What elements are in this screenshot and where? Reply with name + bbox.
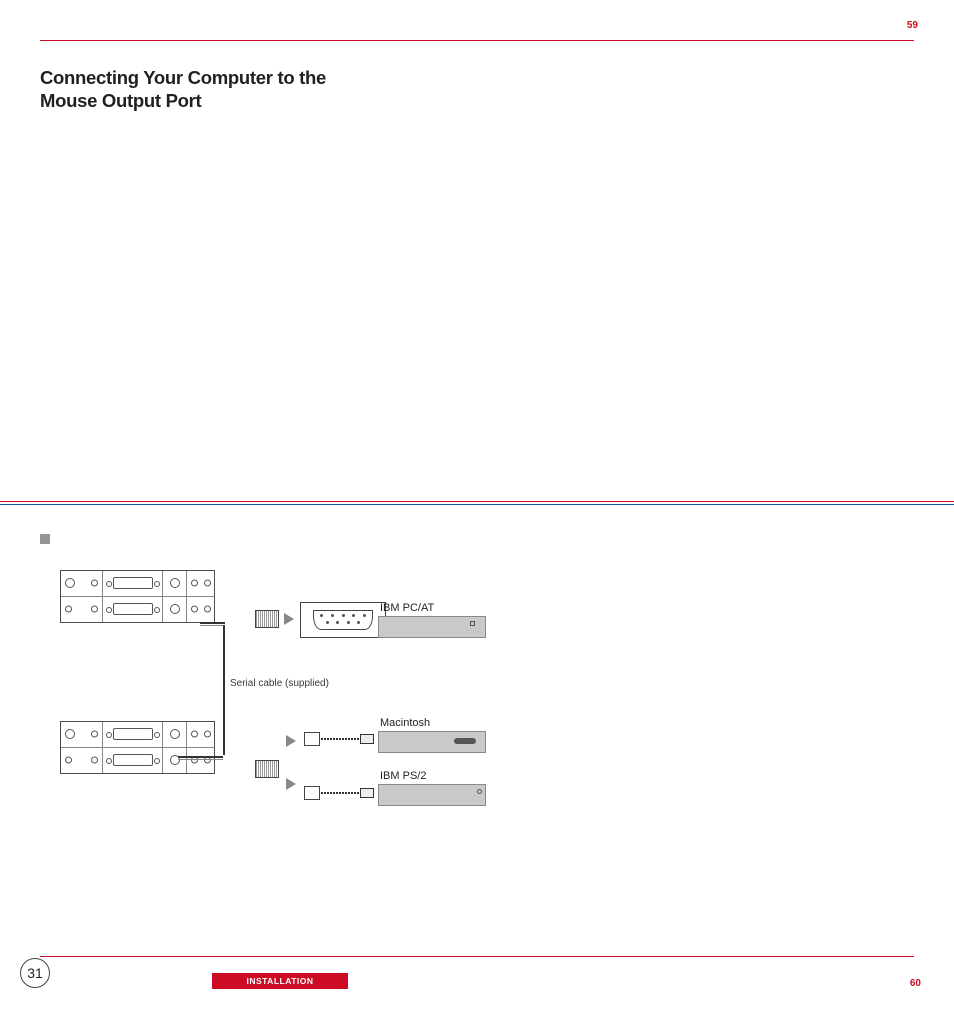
projector-panel-bottom bbox=[60, 721, 215, 774]
macintosh-label: Macintosh bbox=[380, 717, 430, 729]
section-heading-line2: Mouse Output Port bbox=[40, 90, 201, 111]
mini-plug-icon bbox=[360, 734, 374, 744]
connector-icon bbox=[255, 610, 279, 628]
footer: 31 bbox=[0, 957, 954, 989]
cable-segment bbox=[200, 622, 225, 626]
section-heading: Connecting Your Computer to the Mouse Ou… bbox=[40, 66, 326, 112]
pc-at-device-icon bbox=[378, 616, 486, 638]
mini-connector-icon bbox=[304, 786, 320, 800]
connector-icon bbox=[255, 760, 279, 778]
mini-connector-icon bbox=[304, 732, 320, 746]
header-rule bbox=[40, 40, 914, 41]
cable-segment bbox=[178, 756, 223, 760]
ps2-device-icon bbox=[378, 784, 486, 806]
page-number-top: 59 bbox=[907, 20, 918, 31]
ibm-pc-at-label: IBM PC/AT bbox=[380, 602, 434, 614]
arrow-icon bbox=[286, 735, 296, 747]
serial-cable-label: Serial cable (supplied) bbox=[230, 678, 329, 689]
arrow-icon bbox=[284, 613, 294, 625]
connection-diagram: Serial cable (supplied) IBM PC/AT Macint… bbox=[60, 560, 500, 830]
arrow-icon bbox=[286, 778, 296, 790]
projector-panel-top bbox=[60, 570, 215, 623]
db9-port-icon bbox=[300, 602, 386, 638]
bullet-square-icon bbox=[40, 534, 50, 544]
section-tab-installation: INSTALLATION bbox=[212, 973, 348, 989]
divider-blue bbox=[0, 504, 954, 505]
ibm-ps2-label: IBM PS/2 bbox=[380, 770, 426, 782]
divider-red bbox=[0, 501, 954, 502]
page-container: 59 Connecting Your Computer to the Mouse… bbox=[0, 0, 954, 1011]
page-number-left: 31 bbox=[20, 958, 50, 988]
macintosh-device-icon bbox=[378, 731, 486, 753]
page-number-right: 60 bbox=[910, 978, 921, 989]
mini-plug-icon bbox=[360, 788, 374, 798]
section-heading-line1: Connecting Your Computer to the bbox=[40, 67, 326, 88]
cable-segment bbox=[223, 625, 225, 755]
